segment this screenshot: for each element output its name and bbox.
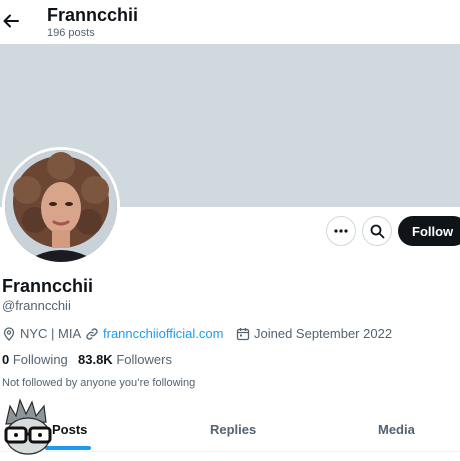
header-posts-count: 196 posts: [47, 27, 95, 39]
location: NYC | MIA: [2, 326, 81, 341]
follow-button[interactable]: Follow: [398, 216, 460, 246]
more-options-button[interactable]: [326, 216, 356, 246]
top-bar: Franncchii 196 posts: [0, 0, 460, 44]
calendar-icon: [236, 327, 250, 340]
website[interactable]: franncchiiofficial.com: [85, 326, 223, 341]
watermark-mascot: [0, 398, 58, 456]
followers-stat[interactable]: 83.8K Followers: [78, 352, 172, 367]
header-display-name: Franncchii: [47, 5, 139, 25]
joined-text: Joined September 2022: [254, 326, 393, 341]
profile-handle: @franncchii: [2, 298, 71, 313]
location-text: NYC | MIA: [20, 326, 82, 341]
followers-you-know: Not followed by anyone you’re following: [2, 377, 196, 389]
joined-date: Joined September 2022: [236, 326, 392, 341]
search-icon: [370, 224, 384, 238]
followers-count: 83.8K: [78, 352, 113, 367]
link-icon: [86, 327, 98, 340]
followers-label: Followers: [116, 352, 172, 367]
tab-replies[interactable]: Replies: [210, 422, 256, 437]
location-pin-icon: [3, 326, 15, 341]
following-count: 0: [2, 352, 10, 367]
profile-display-name: Franncchii: [2, 276, 94, 296]
back-arrow-icon[interactable]: [2, 12, 20, 30]
search-profile-button[interactable]: [362, 216, 392, 246]
website-link[interactable]: franncchiiofficial.com: [103, 326, 223, 341]
more-dots-icon: [334, 229, 348, 233]
following-stat[interactable]: 0 Following: [2, 352, 68, 367]
tab-media[interactable]: Media: [378, 422, 415, 437]
tabs-divider: [0, 451, 460, 452]
following-label: Following: [12, 352, 68, 367]
avatar[interactable]: [2, 147, 120, 265]
